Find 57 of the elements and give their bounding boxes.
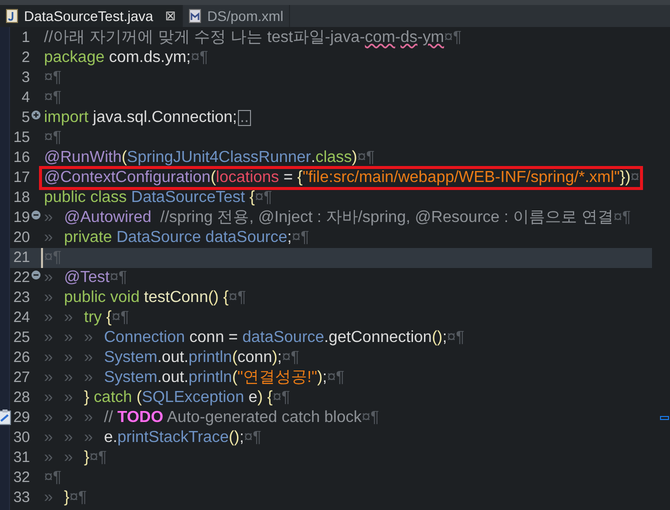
collapse-icon[interactable]: [31, 210, 41, 220]
line-number: 27: [13, 368, 30, 388]
line-number: 29: [13, 408, 30, 428]
editor-tab[interactable]: DataSourceTest.java ⊠: [0, 5, 184, 27]
code-line: import java.sql.Connection; ..: [43, 108, 252, 128]
line-number: 15: [13, 128, 30, 148]
code-line: ¤¶: [41, 248, 64, 268]
line-number: 32: [13, 468, 30, 488]
code-line: » @Test¤¶: [43, 268, 128, 288]
overview-marker[interactable]: [660, 416, 669, 420]
code-line: package com.ds.ym;¤¶: [43, 48, 210, 68]
code-line: public class DataSourceTest {¤¶: [43, 188, 274, 208]
java-file-icon: [6, 9, 18, 23]
code-line: » » » Connection conn = dataSource.getConnection();¤¶: [43, 328, 466, 348]
code-line: » » }¤¶: [43, 448, 108, 468]
code-line: » » } catch (SQLException e) {¤¶: [43, 388, 292, 408]
code-line: ¤¶: [43, 128, 62, 148]
line-number: 4: [22, 88, 30, 108]
code-line: @ContextConfiguration(locations = {"file:src/main/webapp/WEB-INF/spring/*.xml"})¤: [41, 168, 642, 188]
code-line: » public void testConn() {¤¶: [43, 288, 248, 308]
task-icon: [0, 409, 11, 425]
expand-icon[interactable]: [31, 110, 41, 120]
maven-file-icon: [189, 9, 202, 23]
code-line: » » » e.printStackTrace();¤¶: [43, 428, 262, 448]
code-line: ¤¶: [43, 68, 62, 88]
code-line: » » » // TODO Auto-generated catch block¤¶: [43, 408, 380, 428]
code-line: ¤¶: [43, 468, 62, 488]
collapse-icon[interactable]: [31, 270, 41, 280]
line-number: 28: [13, 388, 30, 408]
code-line: » » » System.out.println("연결성공!");¤¶: [43, 368, 346, 388]
line-number: 31: [13, 448, 30, 468]
close-button[interactable]: ⊠: [165, 6, 176, 26]
code-line: » private DataSource dataSource;¤¶: [43, 228, 310, 248]
line-number: 16: [13, 148, 30, 168]
line-number: 23: [13, 288, 30, 308]
line-number: 25: [13, 328, 30, 348]
code-line: » » » System.out.println(conn);¤¶: [43, 348, 300, 368]
line-number: 21: [13, 248, 30, 268]
line-number: 2: [22, 48, 30, 68]
code-line: @RunWith(SpringJUnit4ClassRunner.class)¤¶: [43, 148, 376, 168]
line-number: 24: [13, 308, 30, 328]
line-number: 33: [13, 488, 30, 508]
code-line: » }¤¶: [43, 488, 88, 508]
line-number: 19: [13, 208, 30, 228]
code-line: //아래 자기꺼에 맞게 수정 나는 test파일-java-com-ds-ym¤¶: [43, 28, 463, 48]
line-number: 17: [13, 168, 30, 188]
code-line: » » try {¤¶: [43, 308, 130, 328]
code-line: ¤¶: [43, 88, 62, 108]
line-number: 18: [13, 188, 30, 208]
line-number: 20: [13, 228, 30, 248]
line-number: 3: [22, 68, 30, 88]
line-number: 22: [13, 268, 30, 288]
code-line: » @Autowired //spring 전용, @Inject : 자바/spring, @Resource : 이름으로 연결¤¶: [43, 208, 632, 228]
line-number: 5: [22, 108, 30, 128]
line-number: 26: [13, 348, 30, 368]
line-number: 1: [22, 28, 30, 48]
line-number: 30: [13, 428, 30, 448]
